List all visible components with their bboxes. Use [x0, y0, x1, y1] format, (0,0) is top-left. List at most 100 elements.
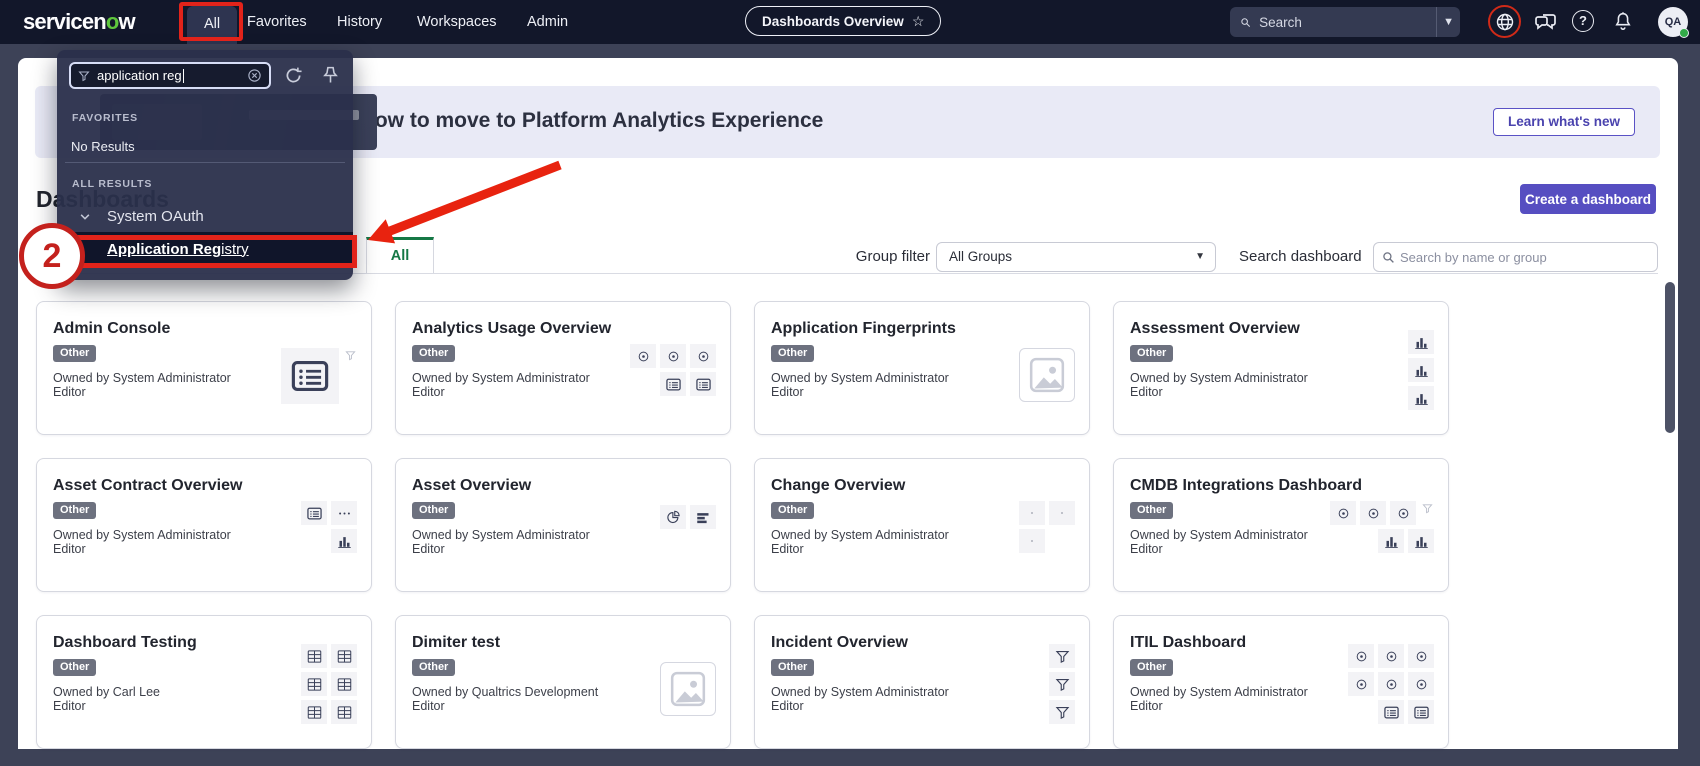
dashboard-card[interactable]: Application Fingerprints Other Owned by … — [754, 301, 1090, 435]
dashboard-card[interactable]: Assessment Overview Other Owned by Syste… — [1113, 301, 1449, 435]
all-results-section-label: ALL RESULTS — [72, 178, 152, 190]
nav-item-admin[interactable]: Admin — [527, 0, 568, 44]
card-title: Assessment Overview — [1130, 320, 1432, 338]
logo-text-2: w — [119, 9, 135, 34]
table-icon — [331, 644, 357, 668]
servicenow-logo[interactable]: servicenow — [23, 0, 135, 44]
circle-icon — [1378, 644, 1404, 668]
card-thumbnail — [1408, 330, 1434, 410]
text-caret — [183, 69, 185, 83]
help-button[interactable]: ? — [1572, 10, 1594, 32]
dashboard-card[interactable]: Analytics Usage Overview Other Owned by … — [395, 301, 731, 435]
menu-filter-field[interactable]: application reg — [69, 62, 271, 89]
nav-item-history[interactable]: History — [337, 0, 382, 44]
banner-title: Learn how to move to Platform Analytics … — [299, 109, 823, 133]
dashboard-card[interactable]: Dimiter test Other Owned by Qualtrics De… — [395, 615, 731, 749]
pin-icon — [320, 65, 341, 86]
card-owner: Owned by System Administrator — [771, 685, 1073, 699]
dashboard-card[interactable]: Incident Overview Other Owned by System … — [754, 615, 1090, 749]
dashboard-card[interactable]: Asset Overview Other Owned by System Adm… — [395, 458, 731, 592]
global-search[interactable]: ▼ — [1230, 7, 1460, 37]
card-role: Editor — [412, 542, 714, 556]
search-dashboard-input[interactable] — [1400, 250, 1649, 265]
circle-icon — [1408, 672, 1434, 696]
chevron-down-icon: ▼ — [1443, 16, 1454, 28]
card-category-badge: Other — [1130, 502, 1173, 519]
card-category-badge: Other — [53, 659, 96, 676]
card-category-badge: Other — [53, 502, 96, 519]
card-thumbnail — [660, 505, 716, 529]
search-dashboard-field[interactable] — [1373, 242, 1658, 272]
nav-item-favorites[interactable]: Favorites — [247, 0, 307, 44]
bars-icon — [1408, 529, 1434, 553]
chat-button[interactable] — [1534, 10, 1558, 34]
top-nav: servicenow All Favorites History Workspa… — [0, 0, 1700, 44]
bars-icon — [1408, 330, 1434, 354]
favorites-section-label: FAVORITES — [72, 112, 138, 124]
table-icon — [331, 700, 357, 724]
globe-icon — [1495, 12, 1515, 32]
dashboards-grid: Admin Console Other Owned by System Admi… — [36, 301, 1449, 749]
bell-icon — [1612, 10, 1634, 32]
image-icon — [1019, 348, 1075, 402]
list-icon — [690, 372, 716, 396]
card-owner: Owned by System Administrator — [412, 528, 714, 542]
chat-icon — [1534, 10, 1558, 34]
card-category-badge: Other — [1130, 345, 1173, 362]
card-title: Asset Contract Overview — [53, 477, 355, 495]
nav-item-workspaces[interactable]: Workspaces — [417, 0, 497, 44]
dashboard-card[interactable]: Asset Contract Overview Other Owned by S… — [36, 458, 372, 592]
logo-text: servicen — [23, 9, 106, 34]
chevron-down-icon — [79, 210, 91, 222]
card-category-badge: Other — [412, 659, 455, 676]
current-page-pill[interactable]: Dashboards Overview ☆ — [745, 6, 941, 36]
card-title: Change Overview — [771, 477, 1073, 495]
dashboard-card[interactable]: ITIL Dashboard Other Owned by System Adm… — [1113, 615, 1449, 749]
pie-icon — [660, 505, 686, 529]
vertical-scrollbar[interactable] — [1665, 282, 1675, 433]
search-scope-dropdown[interactable]: ▼ — [1436, 7, 1460, 37]
table-icon — [301, 644, 327, 668]
list-icon — [660, 372, 686, 396]
card-thumbnail — [281, 348, 357, 404]
chevron-down-icon: ▼ — [1195, 243, 1205, 271]
refresh-button[interactable] — [283, 65, 304, 86]
card-thumbnail — [301, 644, 357, 724]
notifications-button[interactable] — [1612, 10, 1634, 32]
user-avatar[interactable]: QA — [1658, 7, 1688, 37]
create-dashboard-button[interactable]: Create a dashboard — [1520, 184, 1656, 214]
dashboard-card[interactable]: Dashboard Testing Other Owned by Carl Le… — [36, 615, 372, 749]
global-search-input[interactable] — [1259, 15, 1436, 30]
card-thumbnail — [1330, 501, 1434, 553]
circle-icon — [1408, 644, 1434, 668]
card-thumbnail — [1049, 644, 1075, 724]
search-icon — [1240, 15, 1251, 30]
pin-menu-button[interactable] — [320, 65, 341, 86]
table-icon — [331, 672, 357, 696]
dashboard-card[interactable]: Change Overview Other Owned by System Ad… — [754, 458, 1090, 592]
menu-filter-value[interactable]: application reg — [97, 68, 182, 83]
globe-annotation-ring[interactable] — [1488, 5, 1521, 38]
menu-group-system-oauth[interactable]: System OAuth — [57, 202, 353, 230]
card-thumbnail — [630, 344, 716, 396]
card-thumbnail — [301, 501, 357, 553]
learn-whats-new-button[interactable]: Learn what's new — [1493, 108, 1635, 136]
card-owner: Owned by System Administrator — [1130, 371, 1432, 385]
clear-filter-button[interactable] — [247, 68, 262, 83]
list-icon — [1408, 700, 1434, 724]
card-title: Application Fingerprints — [771, 320, 1073, 338]
group-filter-select[interactable]: All Groups ▼ — [936, 242, 1216, 272]
dashboard-card[interactable]: CMDB Integrations Dashboard Other Owned … — [1113, 458, 1449, 592]
circle-icon — [1378, 672, 1404, 696]
annotation-step-circle: 2 — [19, 223, 85, 289]
circle-icon — [1348, 644, 1374, 668]
search-dashboard-label: Search dashboard — [1239, 248, 1369, 265]
image-icon — [660, 662, 716, 716]
menu-divider — [65, 162, 345, 163]
card-title: Analytics Usage Overview — [412, 320, 714, 338]
favorite-star-icon[interactable]: ☆ — [912, 13, 925, 30]
dashboard-card[interactable]: Admin Console Other Owned by System Admi… — [36, 301, 372, 435]
blank-tile — [1049, 529, 1075, 553]
funnel-icon — [1049, 672, 1075, 696]
tab-all[interactable]: All — [366, 237, 434, 274]
